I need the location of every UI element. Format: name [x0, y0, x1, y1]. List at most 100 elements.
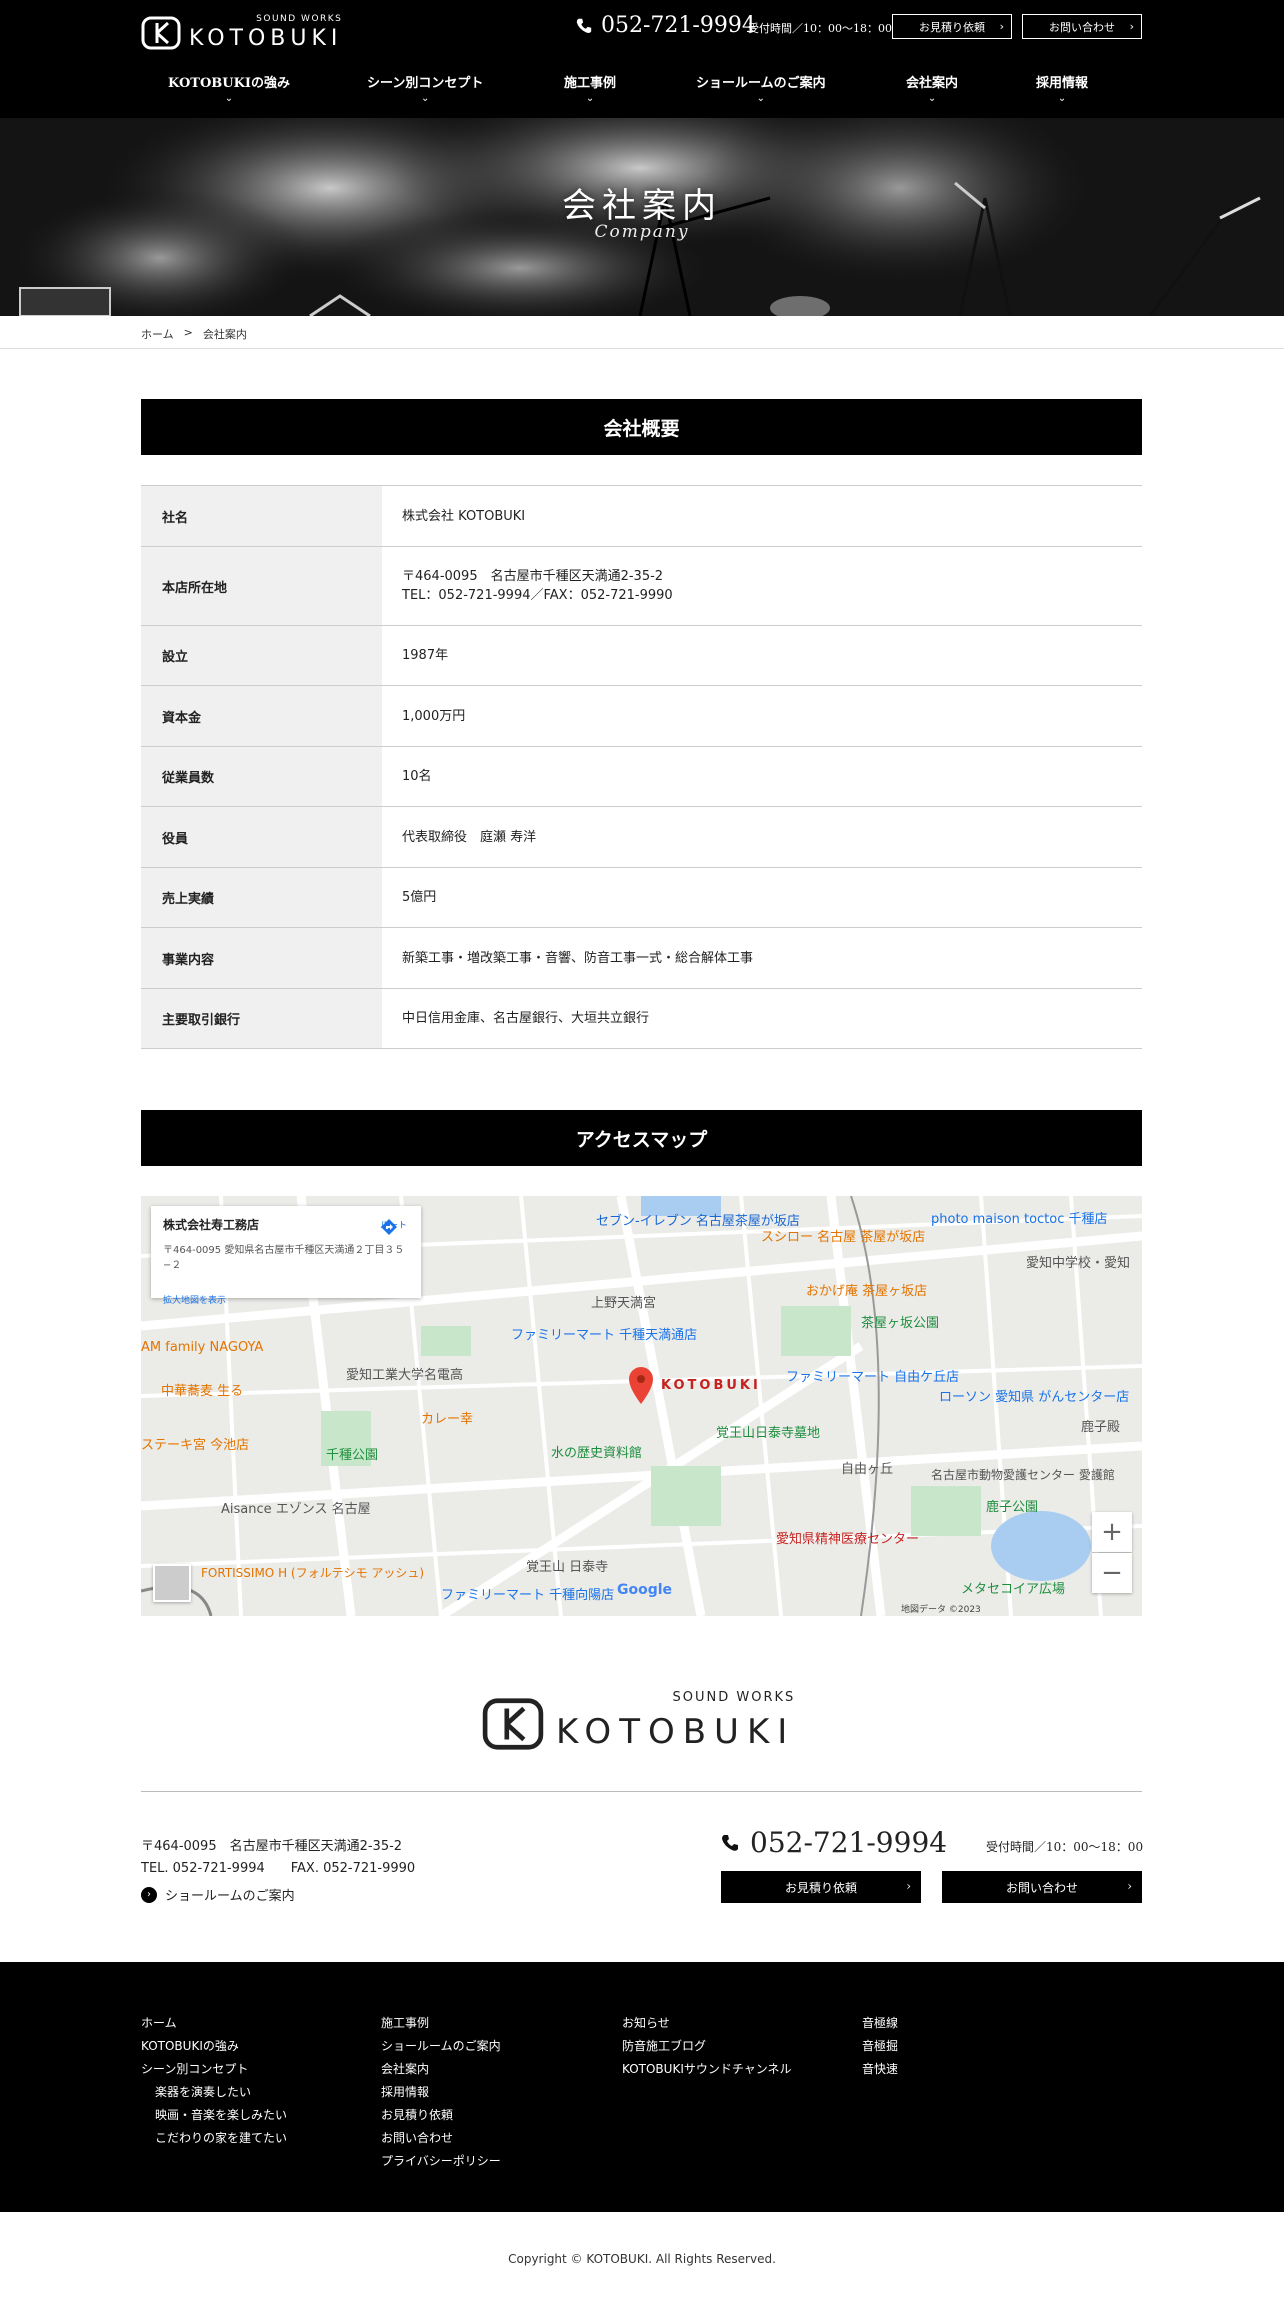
footer-link[interactable]: KOTOBUKIの強み	[141, 2035, 287, 2058]
map-poi-label[interactable]: ファミリーマート 自由ケ丘店	[786, 1366, 959, 1385]
main-nav: KOTOBUKIの強み ⌄ シーン別コンセプト ⌄ 施工事例 ⌄ ショールームのご案内…	[0, 72, 1284, 112]
footer-logo[interactable]: SOUND WORKS KOTOBUKI	[482, 1690, 802, 1754]
row-label: 本店所在地	[141, 547, 382, 625]
logo-wordmark: KOTOBUKI	[189, 25, 343, 51]
breadcrumb-home[interactable]: ホーム	[141, 326, 174, 342]
copyright: Copyright © KOTOBUKI. All Rights Reserve…	[508, 2252, 776, 2266]
google-logo: Google	[617, 1582, 673, 1598]
header-phone-number: 052-721-9994	[601, 13, 756, 38]
footer-link[interactable]: 楽器を演奏したい	[141, 2081, 287, 2104]
map-poi-label[interactable]: 愛知県精神医療センター	[776, 1528, 919, 1547]
chevron-down-icon: ⌄	[420, 93, 430, 104]
nav-item-works[interactable]: 施工事例 ⌄	[564, 72, 616, 104]
footer-link[interactable]: ホーム	[141, 2012, 287, 2035]
footer-estimate-button[interactable]: お見積り依頼 ›	[721, 1871, 921, 1903]
footer-col-2: 施工事例 ショールームのご案内 会社案内 採用情報 お見積り依頼 お問い合わせ …	[381, 2012, 501, 2173]
map-poi-label[interactable]: 覚王山 日泰寺	[526, 1556, 608, 1575]
map-poi-label[interactable]: カレー幸	[421, 1408, 473, 1427]
overview-title: 会社概要	[141, 399, 1142, 455]
footer-link[interactable]: 採用情報	[381, 2081, 501, 2104]
map-poi-label[interactable]: ファミリーマート 千種向陽店	[441, 1584, 614, 1603]
map-poi-label[interactable]: 愛知中学校・愛知	[1026, 1252, 1130, 1271]
company-overview-table: 社名 株式会社 KOTOBUKI 本店所在地 〒464-0095 名古屋市千種区…	[141, 485, 1142, 1049]
footer-link[interactable]: プライバシーポリシー	[381, 2150, 501, 2173]
map-poi-label[interactable]: メタセコイア広場	[961, 1578, 1065, 1597]
page-subtitle: Company	[594, 222, 690, 242]
row-value: 新築工事・増改築工事・音響、防音工事一式・総合解体工事	[402, 950, 754, 966]
map-poi-label[interactable]: 愛知工業大学名電高	[346, 1364, 463, 1383]
footer-address: 〒464-0095 名古屋市千種区天満通2-35-2 TEL. 052-721-…	[141, 1839, 416, 1876]
map-poi-label[interactable]: FORTISSIMO H (フォルテシモ アッシュ)	[201, 1564, 424, 1581]
map-directions-button[interactable]: ルート	[380, 1218, 407, 1235]
footer-link[interactable]: 音極線	[862, 2012, 898, 2035]
table-row: 社名 株式会社 KOTOBUKI	[141, 486, 1142, 547]
map-layer-toggle[interactable]	[153, 1564, 191, 1602]
google-map[interactable]: KOTOBUKI セブン-イレブン 名古屋茶屋が坂店 スシロー 名古屋 茶屋が坂…	[141, 1196, 1142, 1616]
header-hours: 受付時間／10：00～18：00	[748, 22, 892, 35]
footer-link[interactable]: ショールームのご案内	[381, 2035, 501, 2058]
nav-item-company[interactable]: 会社案内 ⌄	[906, 72, 958, 104]
row-value: 1987年	[402, 648, 449, 663]
breadcrumb: ホーム > 会社案内	[141, 326, 247, 342]
header-phone[interactable]: 052-721-9994	[575, 13, 756, 38]
footer-link[interactable]: お知らせ	[622, 2012, 792, 2035]
row-label: 役員	[141, 807, 382, 867]
map-poi-label[interactable]: 覚王山日泰寺墓地	[716, 1422, 820, 1441]
nav-item-recruit[interactable]: 採用情報 ⌄	[1036, 72, 1088, 104]
row-value: 〒464-0095 名古屋市千種区天満通2-35-2	[402, 569, 664, 584]
row-label: 売上実績	[141, 868, 382, 927]
footer-phone[interactable]: 052-721-9994	[720, 1826, 947, 1859]
footer-link[interactable]: お問い合わせ	[381, 2127, 501, 2150]
map-poi-label[interactable]: ステーキ宮 今池店	[141, 1434, 249, 1453]
nav-item-concepts[interactable]: シーン別コンセプト ⌄	[367, 72, 483, 104]
footer-link[interactable]: 会社案内	[381, 2058, 501, 2081]
map-poi-label[interactable]: 上野天満宮	[591, 1292, 656, 1311]
logo-tagline: SOUND WORKS	[256, 13, 343, 24]
map-poi-label[interactable]: AM family NAGOYA	[141, 1340, 263, 1355]
map-poi-label[interactable]: 水の歴史資料館	[551, 1442, 642, 1461]
nav-item-showroom[interactable]: ショールームのご案内 ⌄	[696, 72, 826, 104]
table-row: 役員 代表取締役 庭瀬 寿洋	[141, 807, 1142, 868]
map-poi-label[interactable]: 中華蕎麦 生る	[161, 1380, 243, 1399]
breadcrumb-separator: >	[183, 326, 193, 339]
chevron-right-icon: ›	[1127, 1879, 1132, 1893]
map-poi-label[interactable]: 鹿子公園	[986, 1496, 1038, 1515]
map-poi-label[interactable]: ファミリーマート 千種天満通店	[511, 1324, 697, 1343]
row-label: 資本金	[141, 686, 382, 746]
footer-link[interactable]: お見積り依頼	[381, 2104, 501, 2127]
footer-link[interactable]: 防音施工ブログ	[622, 2035, 792, 2058]
map-poi-label[interactable]: 自由ヶ丘	[841, 1458, 893, 1477]
header-estimate-button[interactable]: お見積り依頼 ›	[892, 14, 1012, 39]
map-poi-label[interactable]: photo maison toctoc 千種店	[931, 1208, 1108, 1227]
table-row: 主要取引銀行 中日信用金庫、名古屋銀行、大垣共立銀行	[141, 989, 1142, 1049]
footer-link[interactable]: こだわりの家を建てたい	[141, 2127, 287, 2150]
map-poi-label[interactable]: おかげ庵 茶屋ヶ坂店	[806, 1280, 927, 1299]
map-poi-label[interactable]: 鹿子殿	[1081, 1416, 1120, 1435]
map-zoom-in-button[interactable]: +	[1092, 1512, 1132, 1552]
hero-banner: 会社案内 Company	[0, 118, 1284, 316]
map-poi-label[interactable]: 名古屋市動物愛護センター 愛護館	[931, 1466, 1115, 1483]
footer-link[interactable]: 音極掘	[862, 2035, 898, 2058]
map-larger-link[interactable]: 拡大地図を表示	[163, 1293, 409, 1306]
nav-item-strengths[interactable]: KOTOBUKIの強み ⌄	[168, 72, 290, 104]
map-poi-label[interactable]: 千種公園	[326, 1444, 378, 1463]
map-zoom-out-button[interactable]: −	[1092, 1553, 1132, 1593]
footer-link[interactable]: 施工事例	[381, 2012, 501, 2035]
map-poi-label[interactable]: スシロー 名古屋 茶屋が坂店	[761, 1226, 925, 1245]
footer-contact-button[interactable]: お問い合わせ ›	[942, 1871, 1142, 1903]
chevron-right-icon: ›	[141, 1886, 157, 1903]
map-poi-label[interactable]: ローソン 愛知県 がんセンター店	[939, 1386, 1129, 1405]
site-logo[interactable]: SOUND WORKS KOTOBUKI	[141, 14, 346, 52]
footer-link[interactable]: シーン別コンセプト	[141, 2058, 287, 2081]
map-marker-label: KOTOBUKI	[661, 1378, 761, 1393]
header-contact-button[interactable]: お問い合わせ ›	[1022, 14, 1142, 39]
map-poi-label[interactable]: 茶屋ヶ坂公園	[861, 1312, 939, 1331]
footer-link[interactable]: KOTOBUKIサウンドチャンネル	[622, 2058, 792, 2081]
footer-link[interactable]: 映画・音楽を楽しみたい	[141, 2104, 287, 2127]
map-poi-label[interactable]: Aisance エゾンス 名古屋	[221, 1498, 371, 1517]
footer-showroom-link[interactable]: › ショールームのご案内	[141, 1885, 295, 1904]
logo-wordmark: KOTOBUKI	[556, 1712, 796, 1752]
footer-link[interactable]: 音快速	[862, 2058, 898, 2081]
phone-icon	[722, 1834, 738, 1851]
row-value: 10名	[402, 769, 432, 784]
